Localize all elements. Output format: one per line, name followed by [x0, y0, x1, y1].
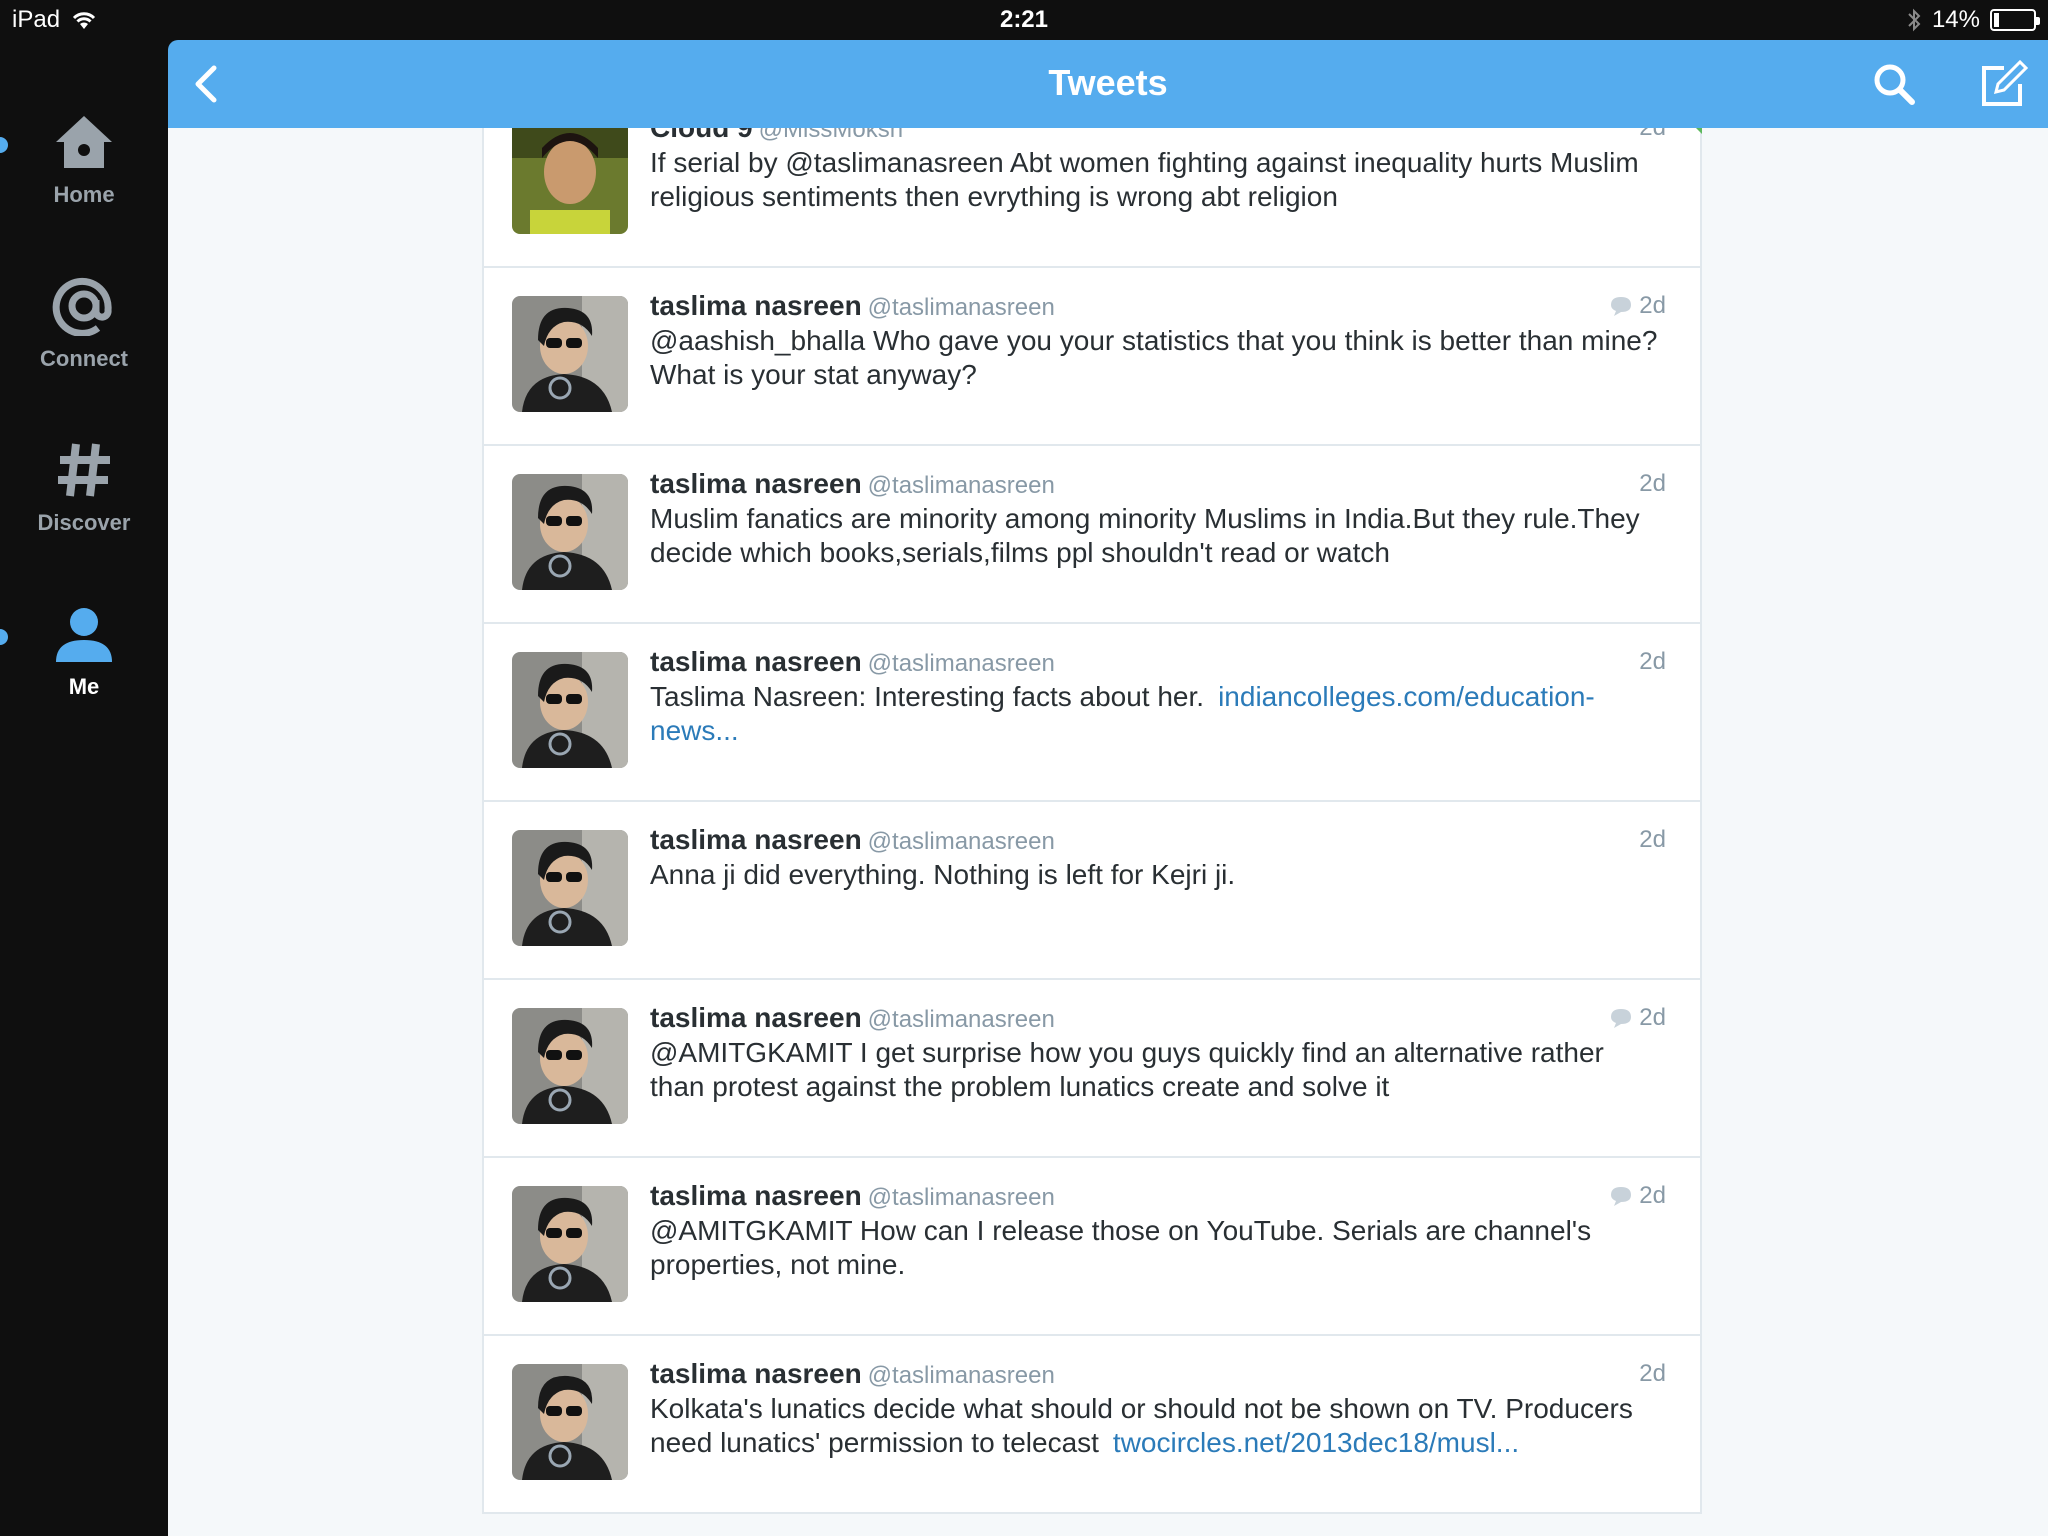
tweet-link[interactable]: twocircles.net/2013dec18/musl... [1113, 1427, 1519, 1458]
tweet[interactable]: taslima nasreen @taslimanasreen 2d @aashi… [484, 268, 1700, 446]
tweet-text-body: Taslima Nasreen: Interesting facts about… [650, 681, 1205, 712]
tweet-author-handle[interactable]: @MissMoksh [759, 128, 903, 143]
avatar[interactable] [512, 128, 628, 234]
tweet-author-name[interactable]: taslima nasreen [650, 646, 862, 677]
tweet-time: 2d [1639, 292, 1666, 319]
status-bar: iPad 2:21 14% [0, 0, 2048, 40]
tweet[interactable]: taslima nasreen @taslimanasreen 2d Taslim… [484, 624, 1700, 802]
avatar[interactable] [512, 296, 628, 412]
sidebar-item-home[interactable]: Home [0, 112, 168, 208]
avatar[interactable] [512, 1364, 628, 1480]
tweet-author-handle[interactable]: @taslimanasreen [868, 650, 1055, 677]
sidebar-item-discover[interactable]: Discover [0, 440, 168, 536]
sidebar-item-label: Discover [37, 510, 131, 535]
tweet-author-name[interactable]: taslima nasreen [650, 1180, 862, 1211]
main-content: Cloud 9 @MissMoksh 2d If serial by @tasli… [168, 128, 2048, 1536]
tweet-author-handle[interactable]: @taslimanasreen [868, 472, 1055, 499]
tweet-time: 2d [1639, 1360, 1666, 1387]
battery-percent: 14% [1931, 6, 1980, 33]
person-icon [56, 608, 112, 662]
tweet-text: Anna ji did everything. Nothing is left … [650, 859, 1236, 890]
bluetooth-icon [1908, 8, 1921, 32]
tweet[interactable]: taslima nasreen @taslimanasreen 2d Muslim… [484, 446, 1700, 624]
tweet-time: 2d [1639, 1182, 1666, 1209]
home-icon [56, 116, 112, 168]
clock: 2:21 [999, 6, 1049, 33]
sidebar-item-label: Connect [40, 346, 128, 371]
avatar[interactable] [512, 1008, 628, 1124]
tweet-author-handle[interactable]: @taslimanasreen [868, 828, 1055, 855]
avatar[interactable] [512, 474, 628, 590]
tweet[interactable]: taslima nasreen @taslimanasreen 2d Kolkat… [484, 1336, 1700, 1514]
tweet-text: @AMITGKAMIT I get surprise how you guys … [650, 1037, 1604, 1102]
tweet-time: 2d [1639, 826, 1666, 853]
battery-icon [1990, 9, 2040, 31]
avatar[interactable] [512, 1186, 628, 1302]
tweet-author-handle[interactable]: @taslimanasreen [868, 1184, 1055, 1211]
tweet-author-name[interactable]: taslima nasreen [650, 290, 862, 321]
tweet-author-name[interactable]: taslima nasreen [650, 824, 862, 855]
tweet-author-handle[interactable]: @taslimanasreen [868, 294, 1055, 321]
sidebar-item-connect[interactable]: Connect [0, 276, 168, 372]
page-title: Tweets [1048, 62, 1168, 103]
unread-corner-marker [1688, 128, 1702, 134]
tweet-author-handle[interactable]: @taslimanasreen [868, 1362, 1055, 1389]
sidebar: Home Connect Discover Me [0, 40, 168, 1536]
tweet-author-name[interactable]: taslima nasreen [650, 1358, 862, 1389]
tweet-author-name[interactable]: Cloud 9 [650, 128, 753, 143]
tweet-time: 2d [1639, 470, 1666, 497]
tweet-text: @aashish_bhalla Who gave you your statis… [650, 325, 1658, 390]
reply-bubble-icon [1611, 1187, 1632, 1206]
tweet[interactable]: taslima nasreen @taslimanasreen 2d @AMITG… [484, 1158, 1700, 1336]
reply-bubble-icon [1611, 297, 1632, 316]
tweet-author-handle[interactable]: @taslimanasreen [868, 1006, 1055, 1033]
tweet-text: @AMITGKAMIT How can I release those on Y… [650, 1215, 1592, 1280]
tweet-timeline: Cloud 9 @MissMoksh 2d If serial by @tasli… [482, 128, 1702, 1514]
tweet-time: 2d [1639, 648, 1666, 675]
avatar[interactable] [512, 830, 628, 946]
tweet-time: 2d [1639, 128, 1666, 142]
tweet-text: Taslima Nasreen: Interesting facts about… [650, 680, 1666, 748]
tweet[interactable]: Cloud 9 @MissMoksh 2d If serial by @tasli… [484, 128, 1702, 268]
compose-icon[interactable] [1976, 58, 2028, 110]
nav-header: Tweets [168, 40, 2048, 128]
sidebar-item-label: Home [53, 182, 115, 207]
at-icon [52, 277, 112, 337]
tweet-time: 2d [1639, 1004, 1666, 1031]
tweet-author-name[interactable]: taslima nasreen [650, 468, 862, 499]
sidebar-item-label: Me [68, 674, 100, 699]
tweet-author-name[interactable]: taslima nasreen [650, 1002, 862, 1033]
reply-bubble-icon [1611, 1009, 1632, 1028]
tweet-text: Kolkata's lunatics decide what should or… [650, 1392, 1666, 1460]
tweet[interactable]: taslima nasreen @taslimanasreen 2d @AMITG… [484, 980, 1700, 1158]
tweet-text: If serial by @taslimanasreen Abt women f… [650, 147, 1639, 212]
search-icon[interactable] [1870, 60, 1918, 108]
hash-icon [58, 443, 110, 497]
sidebar-item-me[interactable]: Me [0, 604, 168, 700]
tweet-text: Muslim fanatics are minority among minor… [650, 503, 1640, 568]
tweet[interactable]: taslima nasreen @taslimanasreen 2d Anna j… [484, 802, 1700, 980]
avatar[interactable] [512, 652, 628, 768]
